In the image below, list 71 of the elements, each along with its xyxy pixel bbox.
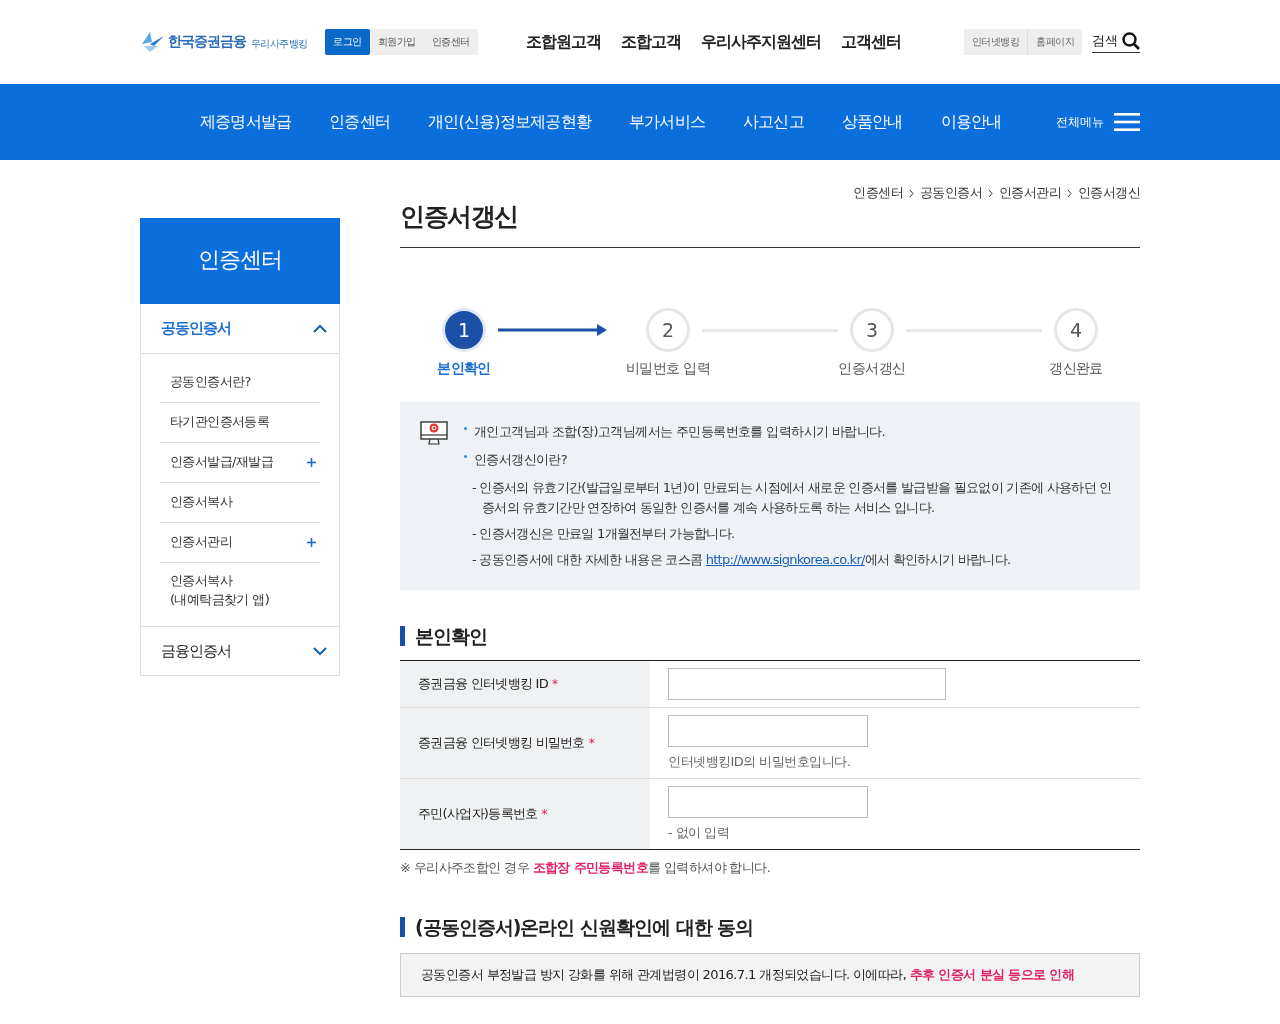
- website-link[interactable]: http://www.signkorea.co.kr/: [705, 552, 865, 567]
- site-logo[interactable]: 한국증권금융 우리사주뱅킹: [140, 30, 308, 54]
- step-label: 갱신완료: [1049, 360, 1103, 378]
- all-menu-button[interactable]: 전체메뉴: [1056, 112, 1140, 132]
- section-title: 본인확인: [400, 626, 1140, 646]
- step-number: 3: [850, 308, 894, 352]
- sidebar-item[interactable]: 인증서발급/재발급: [160, 443, 320, 483]
- required-mark: *: [552, 677, 558, 691]
- form-note: ※ 우리사주조합인 경우 조합장 주민등록번호를 입력하셔야 합니다.: [400, 859, 772, 877]
- step-number: 1: [442, 308, 486, 352]
- breadcrumb-link[interactable]: 인증서관리: [998, 184, 1061, 202]
- field-hint: 인터넷뱅킹ID의 비밀번호입니다.: [668, 753, 852, 771]
- step-label: 인증서갱신: [838, 360, 906, 378]
- breadcrumb-link[interactable]: 인증서갱신: [1078, 184, 1140, 202]
- site-link[interactable]: 인터넷뱅킹: [963, 29, 1027, 55]
- field-label: 증권금융 인터넷뱅킹 ID: [418, 675, 548, 693]
- logo-text: 한국증권금융: [168, 33, 246, 51]
- sidebar-item[interactable]: 인증서관리: [160, 523, 320, 563]
- sidebar-item[interactable]: 인증서복사: [160, 483, 320, 523]
- site-link[interactable]: 홈페이지: [1027, 29, 1082, 55]
- notice-detail: - 인증서의 유효기간(발급일로부터 1년)이 만료되는 시점에서 새로운 인증서를 발급받을 필요없이 기존에 사용하던 인증서의 유효기간만 연장하여 동일한 인증서를 계속 사용하도록 하는 서비스 입니다.: [472, 479, 1113, 517]
- sidebar-section[interactable]: 금융인증서: [140, 627, 340, 676]
- notice-detail: - 공동인증서에 대한 자세한 내용은 코스콤 http://www.signkorea.co.kr/에서 확인하시기 바랍니다.: [472, 551, 1012, 569]
- nav-link[interactable]: 이용안내: [940, 111, 1002, 133]
- step-number: 4: [1054, 308, 1098, 352]
- page-title: 인증서갱신: [400, 200, 1140, 248]
- field-label: 주민(사업자)등록번호: [418, 805, 538, 823]
- sidebar-title: 인증센터: [140, 218, 340, 304]
- breadcrumb-link[interactable]: 인증센터: [853, 184, 903, 202]
- notice-bullet: 개인고객님과 조합(장)고객님께서는 주민등록번호를 입력하시기 바랍니다.: [464, 418, 1120, 446]
- step-number: 2: [646, 308, 690, 352]
- top-menu-link[interactable]: 조합원고객: [525, 31, 601, 53]
- section-title: (공동인증서)온라인 신원확인에 대한 동의: [400, 917, 1140, 937]
- breadcrumb-link[interactable]: 공동인증서: [919, 184, 982, 202]
- nav-link[interactable]: 부가서비스: [628, 111, 705, 133]
- bird-logo-icon: [140, 30, 166, 54]
- step-label: 비밀번호 입력: [625, 360, 711, 378]
- top-menu-link[interactable]: 조합고객: [620, 31, 681, 53]
- chevron-right-icon: [987, 188, 993, 198]
- util-link[interactable]: 로그인: [325, 29, 370, 55]
- sidebar-section[interactable]: 공동인증서: [140, 304, 340, 354]
- chevron-right-icon: [1067, 188, 1072, 198]
- sidebar-item[interactable]: 인증서복사 (내예탁금찾기 앱): [160, 563, 320, 614]
- input-field[interactable]: [668, 786, 868, 818]
- nav-link[interactable]: 제증명서발급: [200, 111, 292, 133]
- input-field[interactable]: [668, 668, 946, 700]
- sidebar-item[interactable]: 공동인증서란?: [160, 363, 320, 403]
- util-link[interactable]: 회원가입: [369, 29, 424, 55]
- top-menu-link[interactable]: 고객센터: [840, 31, 901, 53]
- top-menu-link[interactable]: 우리사주지원센터: [700, 31, 821, 53]
- required-mark: *: [541, 807, 548, 821]
- field-label: 증권금융 인터넷뱅킹 비밀번호: [418, 734, 585, 752]
- menu-icon: [1114, 112, 1140, 132]
- logo-subtitle: 우리사주뱅킹: [251, 36, 308, 51]
- input-field[interactable]: [668, 715, 868, 747]
- nav-link[interactable]: 상품안내: [841, 111, 903, 133]
- consent-text: 공동인증서 부정발급 방지 강화를 위해 관계법령이 2016.7.1 개정되었습니다. 이에따라, 추후 인증서 분실 등으로 인해: [421, 966, 1076, 984]
- search-button[interactable]: 검색: [1092, 31, 1140, 53]
- search-icon: [1122, 31, 1140, 50]
- notice-detail: - 인증서갱신은 만료일 1개월전부터 가능합니다.: [472, 525, 736, 543]
- util-link[interactable]: 인증센터: [423, 29, 478, 55]
- nav-link[interactable]: 사고신고: [742, 111, 804, 133]
- sidebar-item[interactable]: 타기관인증서등록: [160, 403, 320, 443]
- step-label: 본인확인: [437, 360, 491, 378]
- nav-link[interactable]: 인증센터: [329, 111, 390, 133]
- required-mark: *: [588, 736, 595, 750]
- monitor-icon: [420, 420, 448, 446]
- chevron-right-icon: [908, 188, 914, 198]
- field-hint: - 없이 입력: [668, 824, 731, 842]
- notice-bullet: 인증서갱신이란?: [464, 446, 1120, 474]
- nav-link[interactable]: 개인(신용)정보제공현황: [428, 111, 591, 133]
